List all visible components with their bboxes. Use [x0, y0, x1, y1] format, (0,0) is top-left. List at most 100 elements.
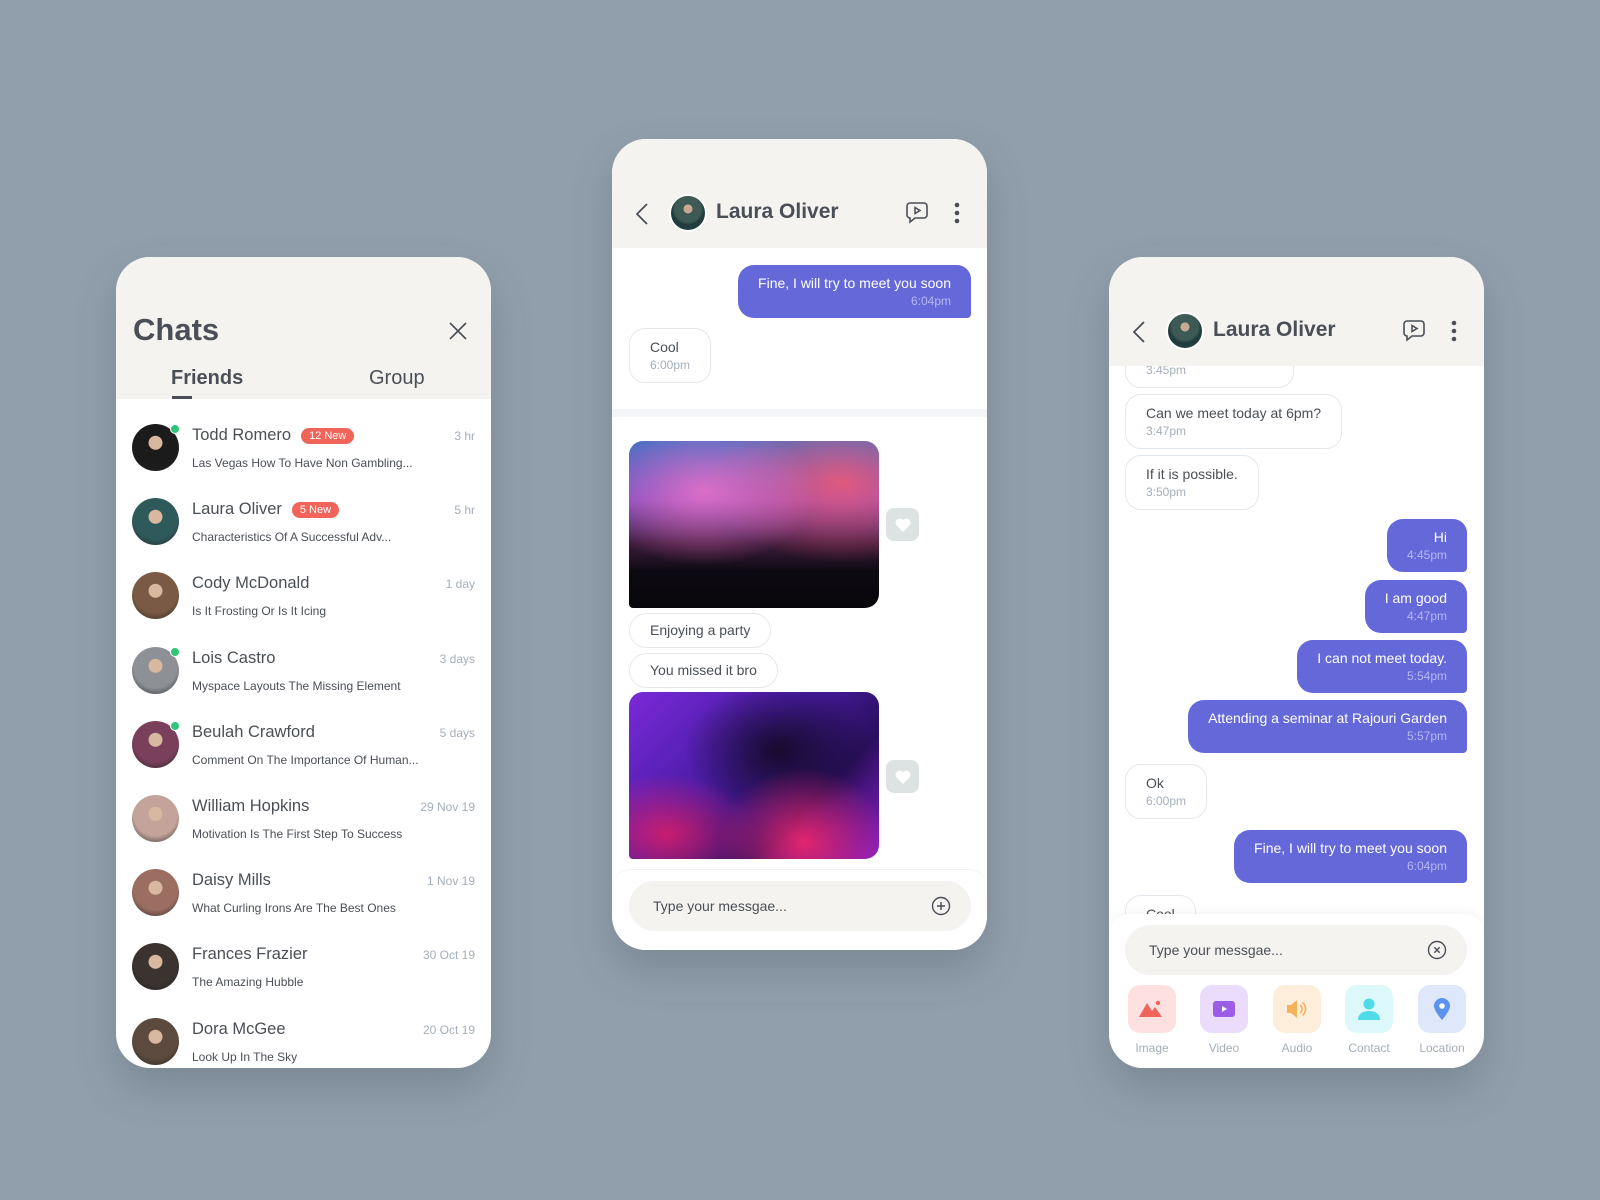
- avatar: [1166, 312, 1204, 350]
- chats-header: Chats Friends Group: [116, 257, 491, 399]
- clear-icon[interactable]: [1427, 940, 1447, 960]
- audio-icon: [1286, 999, 1308, 1019]
- contact-name: Laura Oliver: [716, 200, 839, 223]
- attach-label: Audio: [1281, 1041, 1313, 1055]
- attach-contact-button[interactable]: [1345, 985, 1393, 1033]
- message-preview: Look Up In The Sky: [192, 1049, 298, 1064]
- contact-name: Cody McDonald: [192, 574, 310, 593]
- contact-name: Dora McGee: [192, 1019, 286, 1038]
- unread-badge: 5 New: [291, 501, 340, 518]
- message-input[interactable]: Type your messgae...: [629, 881, 971, 931]
- message-text: Fine, I will try to meet you soon: [1254, 840, 1447, 856]
- message-text: Fine, I will try to meet you soon: [758, 275, 951, 291]
- message-received: If it is possible. 3:50pm: [1125, 455, 1259, 510]
- message-time: 3:50pm: [1146, 485, 1187, 499]
- message-sent: Hi 4:45pm: [1386, 519, 1467, 572]
- attach-label: Location: [1419, 1041, 1465, 1055]
- dj-mixer-photo[interactable]: [629, 692, 879, 859]
- back-icon[interactable]: [635, 203, 648, 230]
- online-indicator: [170, 424, 180, 434]
- concert-crowd-photo[interactable]: [629, 441, 879, 608]
- attachment-sheet: Type your messgae... Image Video Audio Cont…: [1109, 914, 1484, 1068]
- add-icon[interactable]: [931, 896, 951, 916]
- message-preview: Motivation Is The First Step To Success: [192, 827, 403, 841]
- chat-list-item[interactable]: Frances Frazier 30 Oct 19 The Amazing Hubb…: [116, 943, 491, 1017]
- back-icon[interactable]: [1132, 321, 1145, 348]
- more-options-icon[interactable]: [1451, 320, 1457, 347]
- message-sent: I can not meet today. 5:54pm: [1297, 640, 1467, 693]
- message-preview: Is It Frosting Or Is It Icing: [192, 604, 327, 619]
- video-icon: [1213, 1001, 1235, 1017]
- attach-location-button[interactable]: [1418, 985, 1466, 1033]
- message-text: Ok: [1146, 775, 1164, 791]
- heart-icon: [895, 518, 910, 532]
- message-received: Cool 6:00pm: [629, 328, 712, 383]
- video-call-icon[interactable]: [1402, 319, 1426, 348]
- attach-video-button[interactable]: [1200, 985, 1248, 1033]
- unread-badge: 12 New: [301, 427, 355, 444]
- message-time: 5:57pm: [1406, 729, 1447, 743]
- message-time: 20 Oct 19: [422, 1022, 475, 1037]
- message-time: 6:00pm: [650, 358, 691, 372]
- avatar: [132, 572, 179, 620]
- message-text: Hi: [1433, 529, 1447, 545]
- more-options-icon[interactable]: [954, 202, 960, 229]
- message-text: If it is possible.: [1146, 466, 1238, 482]
- chat-list-item[interactable]: Beulah Crawford 5 days Comment On The Impo…: [116, 720, 491, 795]
- message-time: 4:45pm: [1406, 548, 1447, 562]
- avatar: [132, 869, 179, 917]
- chat-list-item[interactable]: Cody McDonald 1 day Is It Frosting Or Is I…: [116, 572, 491, 646]
- contact-name: Lois Castro: [192, 648, 276, 667]
- message-preview: Myspace Layouts The Missing Element: [192, 678, 401, 693]
- contact-icon: [1358, 998, 1380, 1020]
- like-button[interactable]: [886, 760, 919, 793]
- chat-list-item[interactable]: Dora McGee 20 Oct 19 Look Up In The Sky: [116, 1017, 491, 1068]
- online-indicator: [170, 646, 180, 657]
- location-icon: [1434, 998, 1450, 1020]
- conversation-panel: Laura Oliver Fine, I will try to meet yo…: [612, 139, 987, 950]
- message-preview: What Curling Irons Are The Best Ones: [192, 901, 396, 916]
- attach-image-button[interactable]: [1128, 985, 1176, 1033]
- message-preview: Las Vegas How To Have Non Gambling...: [192, 456, 413, 470]
- conversation-header: Laura Oliver: [1109, 257, 1484, 366]
- close-icon[interactable]: [449, 322, 467, 345]
- contact-name: Beulah Crawford: [192, 722, 315, 741]
- avatar: [132, 795, 179, 842]
- contact-name-row: Cody McDonald: [192, 574, 309, 593]
- image-icon: [1139, 1000, 1165, 1018]
- attach-label: Image: [1135, 1041, 1169, 1055]
- tab-friends[interactable]: Friends: [171, 367, 243, 390]
- chat-list-item[interactable]: William Hopkins 29 Nov 19 Motivation Is Th…: [116, 795, 491, 869]
- message-received: Ok 6:00pm: [1125, 764, 1208, 819]
- contact-name: Todd Romero: [192, 426, 292, 444]
- message-preview: Comment On The Importance Of Human...: [192, 752, 419, 767]
- message-time: 29 Nov 19: [420, 800, 475, 814]
- video-call-icon[interactable]: [905, 201, 929, 230]
- page-title: Chats: [133, 312, 220, 347]
- message-preview: The Amazing Hubble: [192, 975, 304, 990]
- attach-audio-button[interactable]: [1273, 985, 1321, 1033]
- message-time: 6:00pm: [1146, 794, 1187, 808]
- tab-group[interactable]: Group: [369, 367, 425, 390]
- contact-name-row: Dora McGee: [192, 1020, 286, 1039]
- message-time: 6:04pm: [910, 294, 951, 308]
- contact-name-row: Lois Castro: [192, 649, 275, 668]
- chat-list-item[interactable]: Todd Romero 12 New 3 hr Las Vegas How To Ha…: [116, 424, 491, 498]
- contact-name-row: Daisy Mills: [192, 871, 271, 890]
- avatar: [132, 943, 179, 991]
- message-sent: Fine, I will try to meet you soon 6:04pm: [738, 265, 971, 318]
- chat-list-item[interactable]: Daisy Mills 1 Nov 19 What Curling Irons Ar…: [116, 869, 491, 943]
- conversation-header: Laura Oliver: [612, 139, 987, 248]
- like-button[interactable]: [886, 508, 919, 541]
- contact-name: William Hopkins: [192, 797, 310, 815]
- message-time: 5 hr: [454, 503, 475, 518]
- conversation-panel-attachments: Laura Oliver 3:45pm Can we meet today at …: [1109, 257, 1484, 1068]
- contact-name-row: Beulah Crawford: [192, 723, 315, 742]
- message-time: 1 day: [445, 577, 475, 592]
- message-sent: Attending a seminar at Rajouri Garden 5:5…: [1188, 700, 1467, 753]
- chat-list-item[interactable]: Lois Castro 3 days Myspace Layouts The Mis…: [116, 646, 491, 721]
- contact-name: Laura Oliver: [1213, 318, 1336, 341]
- chat-list-item[interactable]: Laura Oliver 5 New 5 hr Characteristics Of …: [116, 498, 491, 572]
- message-input[interactable]: Type your messgae...: [1125, 925, 1467, 975]
- message-sent: Fine, I will try to meet you soon 6:04pm: [1234, 830, 1467, 883]
